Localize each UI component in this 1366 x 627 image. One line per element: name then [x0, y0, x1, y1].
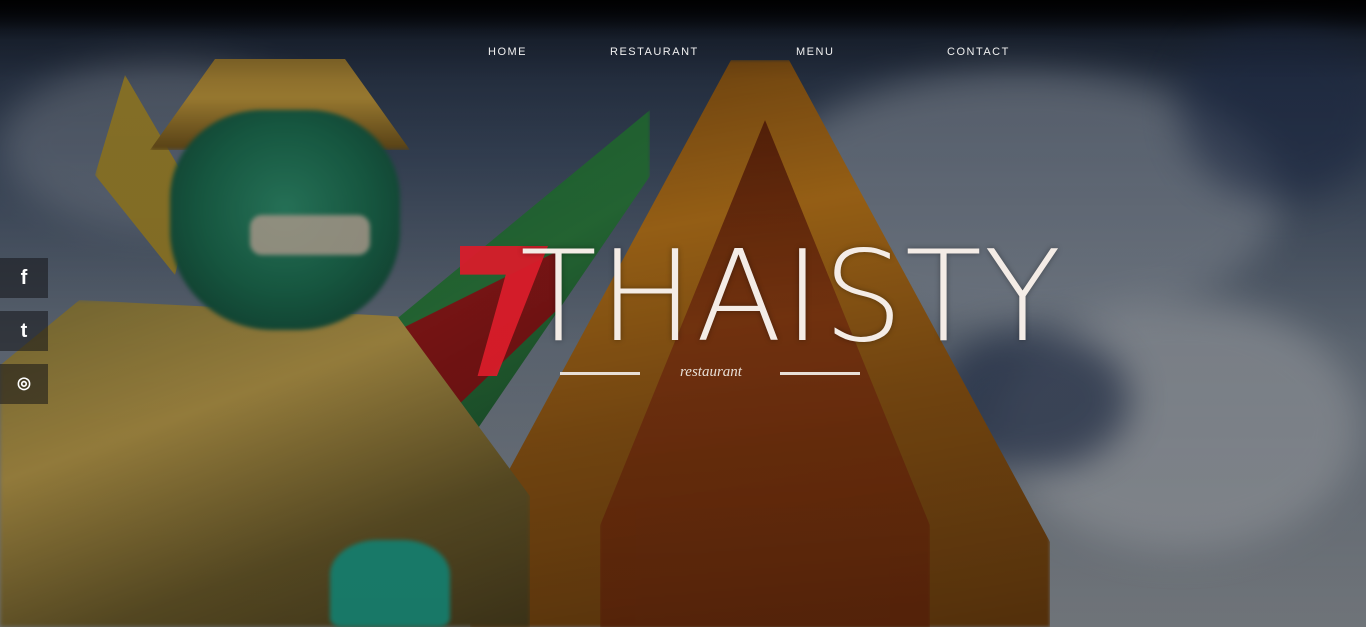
nav-home[interactable]: Home [488, 40, 527, 64]
twitter-icon[interactable]: t [0, 311, 48, 351]
nav-contact[interactable]: Contact [947, 40, 1010, 64]
facebook-icon[interactable]: f [0, 258, 48, 298]
logo-divider-right [780, 372, 860, 375]
guardian-statue-hand [330, 540, 450, 627]
brand-logo: THAISTY restaurant [450, 234, 1061, 400]
nav-restaurant[interactable]: Restaurant [610, 40, 699, 64]
social-sidebar: f t ◎ [0, 258, 48, 417]
logo-wordmark: THAISTY [520, 223, 1063, 370]
logo-tagline: restaurant [680, 364, 742, 380]
hero-section: Home Restaurant Menu Contact THAISTY res… [0, 0, 1366, 627]
logo-divider-left [560, 372, 640, 375]
instagram-icon[interactable]: ◎ [0, 364, 48, 404]
nav-menu[interactable]: Menu [796, 40, 834, 64]
main-nav: Home Restaurant Menu Contact [0, 40, 1366, 64]
guardian-statue-mouth [250, 215, 370, 255]
